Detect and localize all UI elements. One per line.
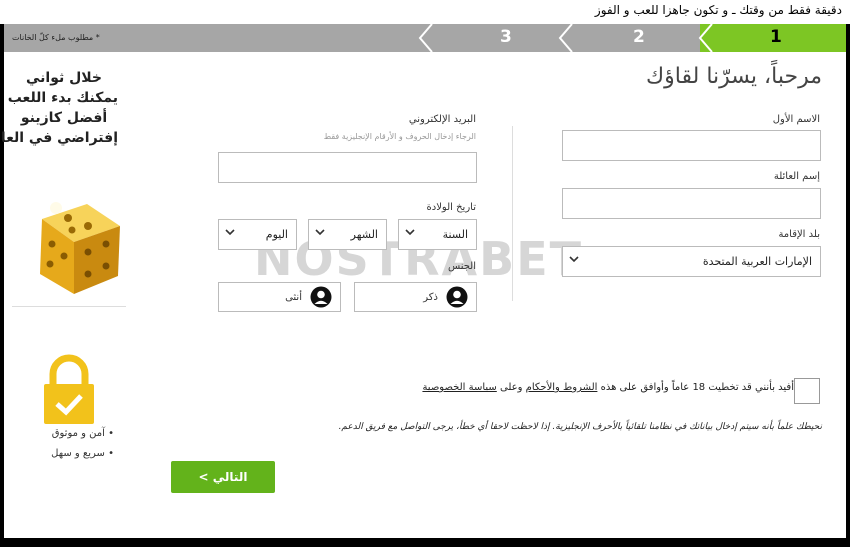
gender-male-label: ذكر	[423, 292, 438, 303]
terms-text: أفيد بأنني قد تخطيت 18 عاماً وأوافق على …	[422, 382, 794, 393]
required-fields-note: * مطلوب ملء كلّ الخانات	[12, 33, 100, 42]
promo-sidebar: خلال ثواني يمكنك بدء اللعب أفضل كازينو إ…	[0, 54, 130, 538]
top-banner-text: دقيقة فقط من وقتك ـ و تكون جاهزا للعب و …	[594, 3, 842, 17]
top-banner: دقيقة فقط من وقتك ـ و تكون جاهزا للعب و …	[0, 0, 850, 24]
country-label: بلد الإقامة	[778, 229, 820, 240]
country-select[interactable]: الإمارات العربية المتحدة	[562, 246, 821, 277]
transliteration-notice: نحيطك علماً بأنه سيتم إدخال بياناتك في ن…	[338, 422, 822, 432]
dob-day-select[interactable]: اليوم	[218, 219, 297, 250]
step-progress-bar: * مطلوب ملء كلّ الخانات 3 2 1	[4, 24, 846, 52]
step-1: 1	[770, 27, 782, 47]
male-avatar-icon	[446, 286, 468, 308]
gender-female-button[interactable]: أنثى	[218, 282, 341, 312]
email-label: البريد الإلكتروني	[408, 114, 476, 125]
chevron-down-icon	[225, 229, 235, 236]
chevron-down-icon	[569, 256, 579, 263]
privacy-policy-link[interactable]: سياسة الخصوصية	[422, 382, 496, 393]
family-name-label: إسم العائلة	[773, 171, 820, 182]
sidebar-divider	[12, 306, 126, 307]
family-name-input[interactable]	[562, 188, 821, 219]
page-title: مرحباً، يسرّنا لقاؤك	[646, 64, 822, 89]
terms-link[interactable]: الشروط والأحكام	[526, 382, 598, 393]
promo-text: خلال ثواني يمكنك بدء اللعب أفضل كازينو إ…	[0, 70, 118, 146]
country-value: الإمارات العربية المتحدة	[702, 255, 812, 268]
column-divider	[512, 126, 513, 301]
step-2: 2	[633, 27, 645, 47]
feature-secure: • آمن و موثوق	[51, 428, 114, 439]
dob-month-select[interactable]: الشهر	[308, 219, 387, 250]
email-input[interactable]	[218, 152, 477, 183]
chevron-down-icon	[315, 229, 325, 236]
registration-panel: * مطلوب ملء كلّ الخانات 3 2 1 NOSTRABET …	[0, 24, 846, 538]
gender-female-label: أنثى	[285, 292, 302, 303]
date-of-birth-label: تاريخ الولادة	[426, 202, 476, 213]
chevron-divider-icon	[418, 24, 433, 52]
dob-year-select[interactable]: السنة	[398, 219, 477, 250]
feature-fast: • سريع و سهل	[51, 448, 114, 459]
chevron-divider-icon	[558, 24, 573, 52]
chevron-down-icon	[405, 229, 415, 236]
first-name-label: الاسم الأول	[772, 114, 820, 125]
chevron-divider-icon	[698, 24, 714, 52]
email-hint: الرجاء إدخال الحروف و الأرقام الإنجليزية…	[323, 132, 476, 141]
gender-label: الجنس	[447, 261, 476, 272]
gender-male-button[interactable]: ذكر	[354, 282, 477, 312]
female-avatar-icon	[310, 286, 332, 308]
step-3: 3	[500, 27, 512, 47]
first-name-input[interactable]	[562, 130, 821, 161]
terms-checkbox[interactable]	[794, 378, 820, 404]
padlock-check-icon	[44, 354, 94, 424]
golden-dice-icon	[40, 202, 120, 294]
next-button[interactable]: التالي >	[171, 461, 275, 493]
